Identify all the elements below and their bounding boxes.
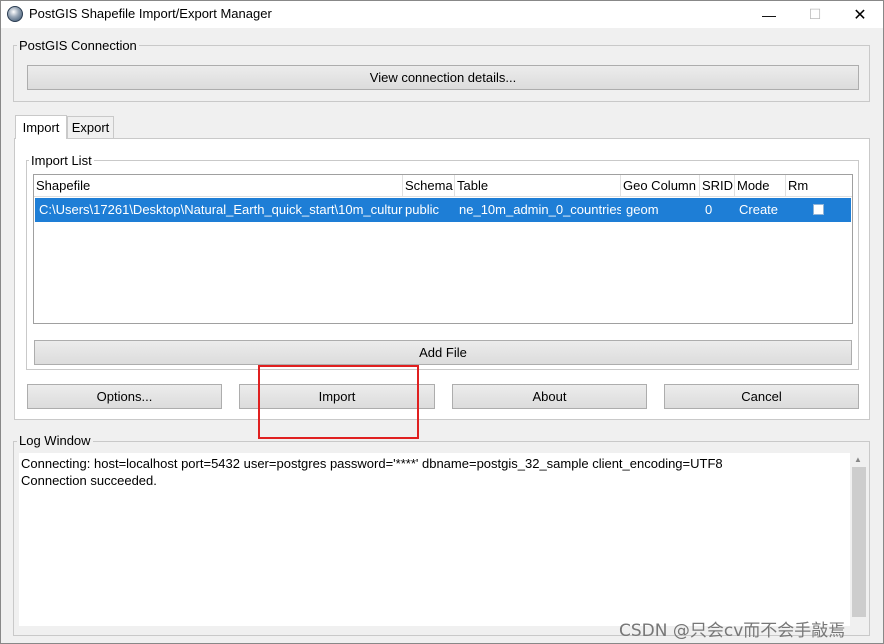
cell-srid[interactable]: 0 xyxy=(705,198,735,222)
column-header-rm[interactable]: Rm xyxy=(786,175,852,197)
title-bar[interactable]: PostGIS Shapefile Import/Export Manager … xyxy=(1,1,883,28)
log-line: Connecting: host=localhost port=5432 use… xyxy=(21,456,723,471)
connection-group-label: PostGIS Connection xyxy=(17,38,139,53)
window-title: PostGIS Shapefile Import/Export Manager xyxy=(29,6,272,21)
maximize-button[interactable]: ☐ xyxy=(792,1,838,28)
log-scrollbar[interactable]: ▲ xyxy=(850,453,868,626)
minimize-button[interactable]: — xyxy=(746,1,792,28)
table-row[interactable]: C:\Users\17261\Desktop\Natural_Earth_qui… xyxy=(35,198,851,222)
import-button-highlight-box xyxy=(258,365,419,439)
cell-shapefile[interactable]: C:\Users\17261\Desktop\Natural_Earth_qui… xyxy=(39,198,403,222)
log-text-area[interactable]: Connecting: host=localhost port=5432 use… xyxy=(19,453,868,626)
column-header-geo-column[interactable]: Geo Column xyxy=(621,175,700,197)
log-line: Connection succeeded. xyxy=(21,473,157,488)
about-button[interactable]: About xyxy=(452,384,647,409)
import-list-table[interactable]: Shapefile Schema Table Geo Column SRID M… xyxy=(33,174,853,324)
import-list-group-label: Import List xyxy=(29,153,94,168)
column-header-mode[interactable]: Mode xyxy=(735,175,786,197)
column-header-srid[interactable]: SRID xyxy=(700,175,735,197)
cell-mode[interactable]: Create xyxy=(739,198,786,222)
column-header-shapefile[interactable]: Shapefile xyxy=(34,175,403,197)
scroll-up-icon[interactable]: ▲ xyxy=(854,455,862,464)
close-button[interactable]: ✕ xyxy=(837,1,883,28)
cell-schema[interactable]: public xyxy=(405,198,455,222)
globe-icon xyxy=(7,6,23,22)
cancel-button[interactable]: Cancel xyxy=(664,384,859,409)
main-window: PostGIS Shapefile Import/Export Manager … xyxy=(0,0,884,644)
scroll-thumb[interactable] xyxy=(852,467,866,617)
tab-import[interactable]: Import xyxy=(15,115,67,139)
options-button[interactable]: Options... xyxy=(27,384,222,409)
column-header-schema[interactable]: Schema xyxy=(403,175,455,197)
add-file-button[interactable]: Add File xyxy=(34,340,852,365)
log-window-group-label: Log Window xyxy=(17,433,93,448)
view-connection-details-button[interactable]: View connection details... xyxy=(27,65,859,90)
cell-geo-column[interactable]: geom xyxy=(626,198,700,222)
watermark: CSDN @只会cv而不会手敲焉 xyxy=(619,621,846,641)
remove-checkbox[interactable] xyxy=(813,204,824,215)
tab-export[interactable]: Export xyxy=(67,116,114,138)
cell-table[interactable]: ne_10m_admin_0_countries xyxy=(459,198,621,222)
column-header-table[interactable]: Table xyxy=(455,175,621,197)
